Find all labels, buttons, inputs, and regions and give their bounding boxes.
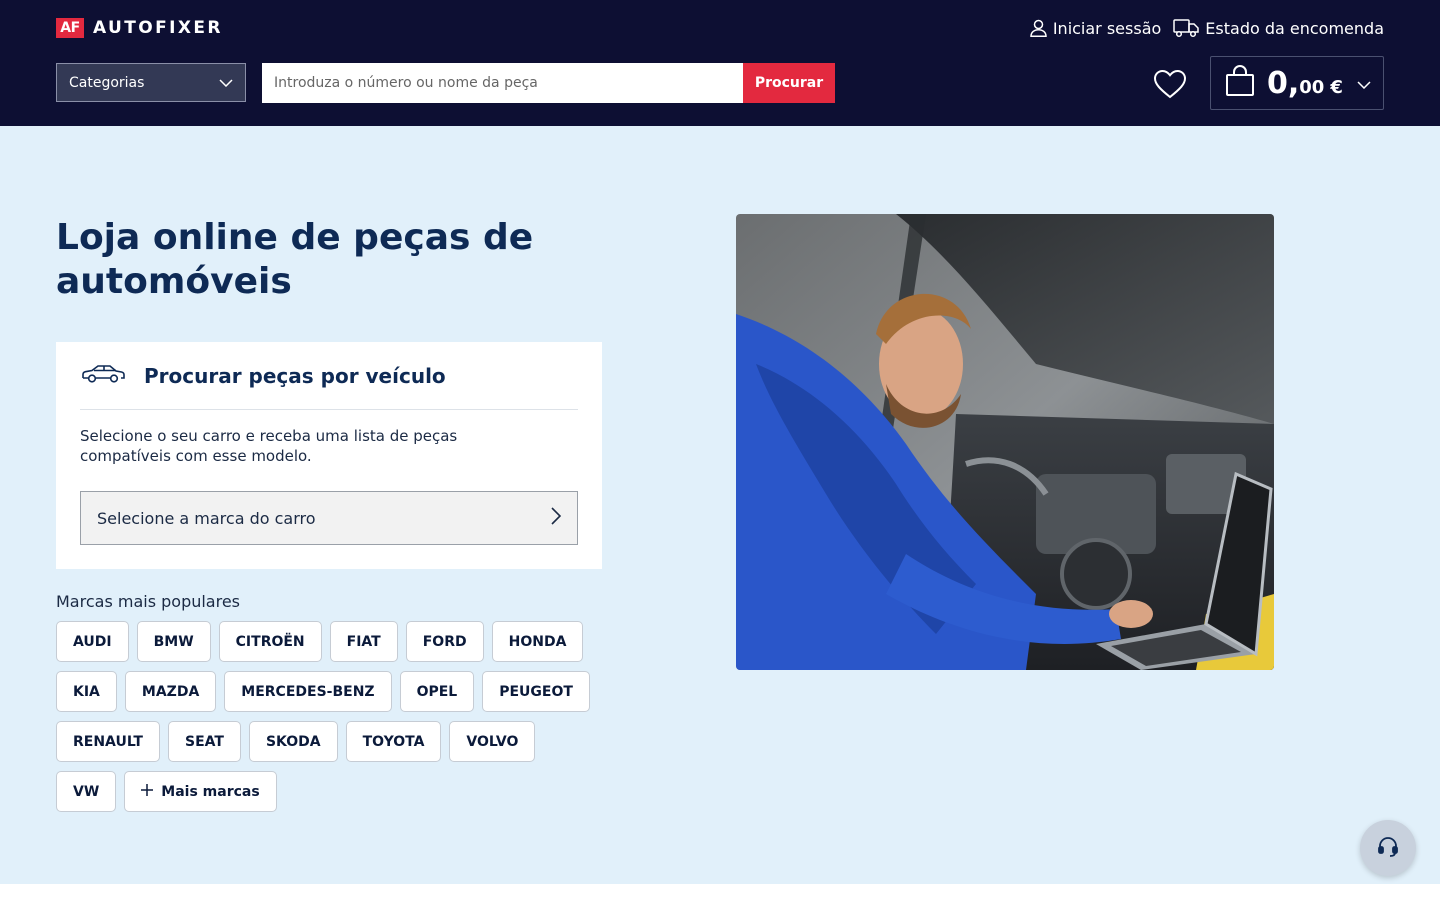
user-icon [1030,19,1047,37]
more-brands-button[interactable]: Mais marcas [124,771,277,812]
vehicle-search-header: Procurar peças por veículo [80,342,578,410]
brand-audi[interactable]: AUDI [56,621,129,662]
login-label: Iniciar sessão [1052,18,1162,38]
cart-total: 0, 00 € [1267,66,1343,101]
brand-row: RENAULT SEAT SKODA TOYOTA VOLVO [56,721,616,762]
brand-row: VW Mais marcas [56,771,616,812]
popular-brands: AUDI BMW CITROËN FIAT FORD HONDA KIA MAZ… [56,621,616,821]
support-chat-button[interactable] [1360,820,1416,876]
brand-toyota[interactable]: TOYOTA [345,721,442,762]
chevron-down-icon [1357,74,1371,93]
login-link[interactable]: Iniciar sessão [1030,19,1161,38]
car-brand-select[interactable]: Selecione a marca do carro [80,491,578,545]
brand-honda[interactable]: HONDA [491,621,584,662]
cart-total-integer: 0, [1267,65,1300,101]
top-links: Iniciar sessão Estado da encomenda [1030,16,1384,40]
search-input[interactable] [262,63,743,103]
popular-brands-label: Marcas mais populares [56,592,241,611]
order-status-link[interactable]: Estado da encomenda [1173,18,1384,38]
chevron-right-icon [551,507,562,529]
headset-icon [1376,834,1400,862]
car-brand-select-label: Selecione a marca do carro [97,508,316,528]
cart-currency: € [1330,76,1343,98]
hero-image-mechanic [736,214,1274,670]
cart-button[interactable]: 0, 00 € [1210,56,1384,110]
hero-section: Loja online de peças de automóveis Procu… [0,126,1440,884]
cart-total-decimal: 00 [1299,76,1325,98]
brand-vw[interactable]: VW [56,771,117,812]
search-button[interactable]: Procurar [743,63,835,103]
brand-ford[interactable]: FORD [405,621,484,662]
page-title: Loja online de peças de automóveis [56,217,534,302]
vehicle-search-card: Procurar peças por veículo Selecione o s… [56,342,602,569]
shopping-bag-icon [1225,65,1255,101]
brand-skoda[interactable]: SKODA [248,721,338,762]
categories-label: Categorias [69,74,145,91]
site-header: AF AUTOFIXER Iniciar sessão Estado da en… [0,0,1440,126]
brand-peugeot[interactable]: PEUGEOT [482,671,590,712]
brand-renault[interactable]: RENAULT [56,721,160,762]
wishlist-button[interactable] [1150,66,1190,106]
brand-bmw[interactable]: BMW [136,621,211,662]
brand-citroen[interactable]: CITROËN [218,621,322,662]
logo-badge: AF [56,18,84,38]
brand-mercedes-benz[interactable]: MERCEDES-BENZ [224,671,392,712]
truck-icon [1173,18,1200,38]
brand-kia[interactable]: KIA [56,671,117,712]
brand-row: KIA MAZDA MERCEDES-BENZ OPEL PEUGEOT [56,671,616,712]
brand-opel[interactable]: OPEL [399,671,475,712]
brand-volvo[interactable]: VOLVO [449,721,536,762]
more-brands-label: Mais marcas [161,783,260,800]
vehicle-search-title: Procurar peças por veículo [144,363,446,388]
heart-icon [1153,69,1187,103]
plus-icon [141,783,154,800]
categories-dropdown[interactable]: Categorias [56,63,246,102]
brand-fiat[interactable]: FIAT [329,621,398,662]
brand-row: AUDI BMW CITROËN FIAT FORD HONDA [56,621,616,662]
car-icon [80,363,126,389]
order-status-label: Estado da encomenda [1205,18,1384,38]
brand-seat[interactable]: SEAT [168,721,241,762]
logo[interactable]: AF AUTOFIXER [56,18,223,38]
vehicle-search-description: Selecione o seu carro e receba uma lista… [80,427,458,465]
chevron-down-icon [219,75,233,91]
logo-text: AUTOFIXER [93,18,223,38]
brand-mazda[interactable]: MAZDA [124,671,217,712]
